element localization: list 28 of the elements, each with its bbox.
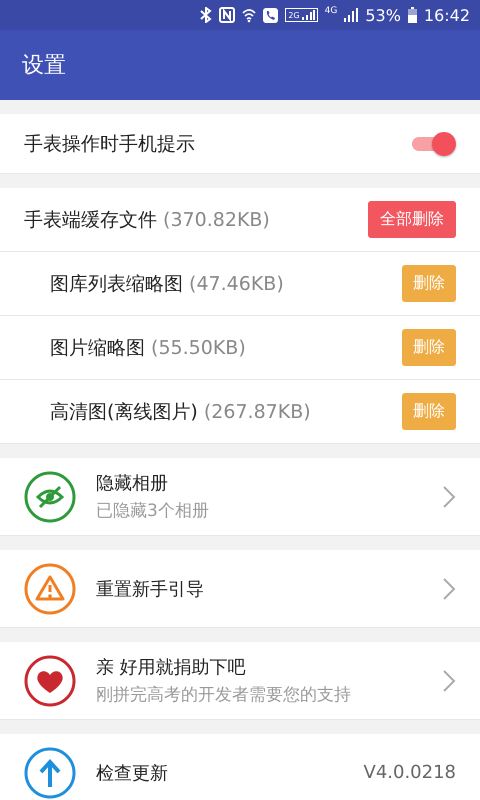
cache-item-label: 高清图(离线图片) (267.87KB)	[50, 400, 312, 424]
phone-icon	[263, 8, 278, 22]
wifi-icon	[242, 7, 256, 23]
menu-title: 亲 好用就捐助下吧	[96, 656, 247, 679]
setting-label: 手表操作时手机提示	[24, 132, 196, 156]
nfc-icon	[219, 7, 236, 23]
menu-item[interactable]: 亲 好用就捐助下吧 刚拼完高考的开发者需要您的支持	[0, 642, 480, 720]
menu-item[interactable]: 检查更新 V4.0.0218	[0, 734, 480, 800]
cache-item-label: 图片缩略图 (55.50KB)	[50, 336, 247, 360]
signal-badge: 2G	[285, 8, 318, 22]
menu-title: 重置新手引导	[96, 578, 205, 600]
menu-subtitle: 已隐藏3个相册	[96, 500, 210, 522]
clock: 16:42	[424, 6, 470, 24]
network-type: 4G	[324, 6, 338, 16]
battery-icon	[408, 7, 417, 23]
cache-label: 手表端缓存文件 (370.82KB)	[24, 208, 271, 232]
bluetooth-icon	[200, 7, 212, 23]
menu-title: 隐藏相册	[96, 472, 169, 495]
page-title: 设置	[22, 52, 66, 80]
battery-percent: 53%	[365, 6, 401, 24]
version-text: V4.0.0218	[364, 762, 456, 783]
toggle-switch[interactable]	[410, 130, 456, 158]
signal-icon	[344, 8, 358, 22]
cache-item-label: 图库列表缩略图 (47.46KB)	[50, 272, 285, 296]
menu-title: 检查更新	[96, 762, 169, 784]
menu-subtitle: 刚拼完高考的开发者需要您的支持	[96, 684, 352, 706]
menu-item[interactable]: 隐藏相册 已隐藏3个相册	[0, 458, 480, 536]
menu-item[interactable]: 重置新手引导	[0, 550, 480, 628]
